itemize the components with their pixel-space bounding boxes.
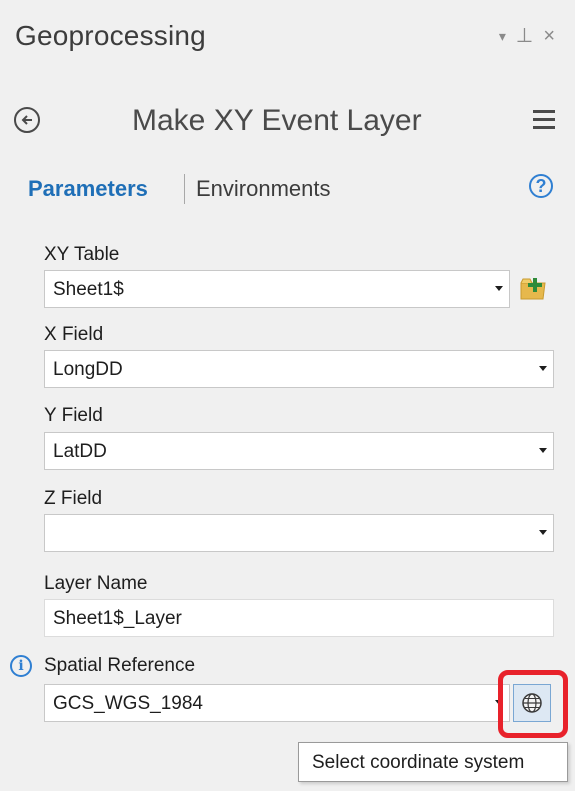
back-button[interactable] <box>14 107 40 133</box>
z-field-combobox[interactable] <box>44 514 554 552</box>
pane-controls: ▾ ⊥ × <box>499 26 555 46</box>
z-field-label: Z Field <box>44 488 103 509</box>
spatial-reference-value: GCS_WGS_1984 <box>53 693 203 714</box>
layer-name-label: Layer Name <box>44 573 148 594</box>
close-icon[interactable]: × <box>543 26 555 46</box>
back-arrow-icon <box>21 115 32 125</box>
info-icon[interactable]: i <box>10 655 32 677</box>
layer-name-value: Sheet1$_Layer <box>53 608 182 629</box>
xy-table-label: XY Table <box>44 244 120 265</box>
select-coordinate-system-button[interactable] <box>513 684 551 722</box>
spatial-reference-combobox[interactable]: GCS_WGS_1984 <box>44 684 510 722</box>
xy-table-value: Sheet1$ <box>53 279 124 300</box>
spatial-reference-label: Spatial Reference <box>44 655 196 676</box>
tab-parameters[interactable]: Parameters <box>28 176 148 202</box>
xy-table-combobox[interactable]: Sheet1$ <box>44 270 510 308</box>
tab-divider <box>184 174 185 204</box>
coordinate-system-button-highlight <box>498 670 568 738</box>
y-field-label: Y Field <box>44 405 103 426</box>
help-icon[interactable]: ? <box>529 174 553 198</box>
globe-icon <box>522 693 542 713</box>
layer-name-input[interactable]: Sheet1$_Layer <box>44 599 554 637</box>
pane-title: Geoprocessing <box>15 20 206 51</box>
tool-title: Make XY Event Layer <box>132 104 422 137</box>
tool-menu-button[interactable] <box>533 110 555 130</box>
chevron-down-icon[interactable] <box>495 286 503 291</box>
tab-environments[interactable]: Environments <box>196 176 331 202</box>
add-data-browse-button[interactable] <box>519 275 547 301</box>
x-field-combobox[interactable]: LongDD <box>44 350 554 388</box>
x-field-value: LongDD <box>53 359 123 380</box>
chevron-down-icon[interactable] <box>539 530 547 535</box>
chevron-down-icon[interactable] <box>539 448 547 453</box>
tooltip: Select coordinate system <box>298 742 568 782</box>
geoprocessing-pane: Geoprocessing ▾ ⊥ × Make XY Event Layer … <box>0 0 575 791</box>
x-field-label: X Field <box>44 324 104 345</box>
tooltip-text: Select coordinate system <box>312 752 525 773</box>
y-field-value: LatDD <box>53 441 107 462</box>
pin-icon[interactable]: ⊥ <box>516 26 533 46</box>
hamburger-icon <box>533 110 555 113</box>
y-field-combobox[interactable]: LatDD <box>44 432 554 470</box>
folder-add-icon <box>520 278 546 300</box>
pane-options-dropdown-icon[interactable]: ▾ <box>499 26 506 46</box>
chevron-down-icon[interactable] <box>539 366 547 371</box>
